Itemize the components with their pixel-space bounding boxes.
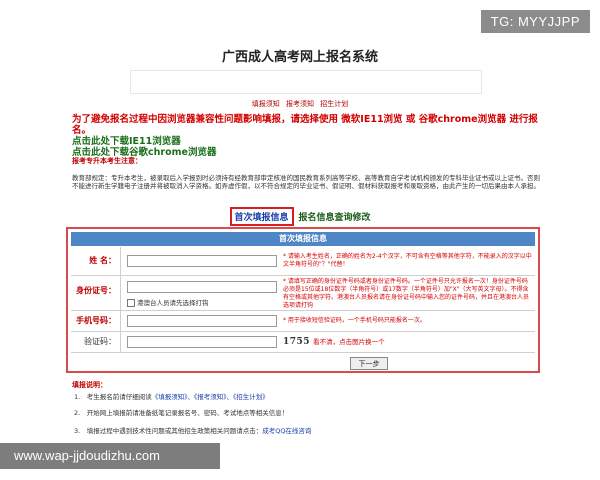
tab-first-fill[interactable]: 首次填报信息	[229, 207, 294, 226]
help-item-1: 1. 考生报名前请仔细阅读《填报须知》、《报考须知》、《招生计划》	[74, 391, 269, 401]
captcha-label: 验证码：	[71, 332, 121, 352]
watermark-bottom: www.wap-jjdoudizhu.com	[0, 443, 220, 469]
name-hint: * 请输入考生姓名，正确的姓名为2-4个汉字，不可含有空格等其他字符，不能录入的…	[283, 253, 532, 268]
qq-consult-link[interactable]: 成考QQ在线咨询	[262, 427, 311, 435]
help-item-3: 3. 填报过程中遇到技术性问题或其他招生政策相关问题请点击：成考QQ在线咨询	[74, 425, 311, 435]
top-nav: 填报须知 报考须知 招生计划	[0, 99, 600, 109]
phone-input[interactable]	[127, 315, 277, 327]
nav-fill-notice[interactable]: 填报须知	[252, 100, 280, 108]
rules-body: 教育部规定：专升本考生，被录取后入学报到时必须持有经教育部审定核准的国民教育系列…	[72, 174, 540, 190]
page-title: 广西成人高考网上报名系统	[221, 50, 378, 65]
phone-hint: * 用于接收短信验证码，一个手机号码只能报名一次。	[283, 317, 426, 324]
captcha-refresh-hint[interactable]: 看不清，点击图片换一个	[313, 338, 385, 346]
checkbox-square-icon	[127, 299, 135, 307]
captcha-image[interactable]: 1755	[283, 337, 310, 347]
tab-query-modify[interactable]: 报名信息查询修改	[298, 213, 370, 223]
captcha-area[interactable]: 1755 看不清，点击图片换一个	[283, 336, 385, 347]
id-row: 身份证号： 港澳台人员请先选择打钩 * 请填写正确的身份证件号码或者身份证件号码…	[71, 276, 535, 311]
name-input[interactable]	[127, 255, 277, 267]
help-title: 填报说明：	[72, 381, 107, 389]
banner-placeholder	[130, 70, 482, 94]
hk-mo-tw-checkbox[interactable]: 港澳台人员请先选择打钩	[127, 297, 209, 307]
hk-mo-tw-checkbox-label: 港澳台人员请先选择打钩	[137, 299, 209, 307]
browser-notice: 为了避免报名过程中因浏览器兼容性问题影响填报，请选择使用 微软IE11浏览 或 …	[72, 114, 552, 158]
id-label: 身份证号：	[71, 276, 121, 310]
help-item-2: 2. 开始网上填报前请准备纸笔记录报名号、密码、考试地点等相关信息！	[74, 409, 289, 417]
rules-title: 报考专升本考生注意：	[72, 157, 142, 165]
id-hint: * 请填写正确的身份证件号码或者身份证件号码。一个证件号只允许报名一次！身份证件…	[283, 278, 530, 309]
name-label: 姓 名：	[71, 247, 121, 275]
id-number-input[interactable]	[127, 281, 277, 293]
download-ie-link[interactable]: 点击此处下载IE11浏览器	[72, 136, 552, 147]
form-header: 首次填报信息	[71, 232, 535, 246]
help-item-1-text: 1. 考生报名前请仔细阅读	[74, 393, 152, 401]
captcha-row: 验证码： 1755 看不清，点击图片换一个	[71, 332, 535, 353]
help-item-3-text: 3. 填报过程中遇到技术性问题或其他招生政策相关问题请点击：	[74, 427, 263, 435]
help-item-1-links[interactable]: 《填报须知》、《报考须知》、《招生计划》	[152, 393, 269, 401]
nav-exam-notice[interactable]: 报考须知	[286, 100, 314, 108]
nav-enroll-plan[interactable]: 招生计划	[320, 100, 348, 108]
browser-notice-text: 为了避免报名过程中因浏览器兼容性问题影响填报，请选择使用 微软IE11浏览 或 …	[72, 114, 538, 136]
next-step-button[interactable]: 下一步	[350, 357, 388, 370]
captcha-input[interactable]	[127, 336, 277, 348]
name-row: 姓 名： * 请输入考生姓名，正确的姓名为2-4个汉字，不可含有空格等其他字符，…	[71, 247, 535, 276]
phone-label: 手机号码：	[71, 311, 121, 331]
tab-bar: 首次填报信息 报名信息查询修改	[0, 207, 600, 226]
registration-form: 首次填报信息 姓 名： * 请输入考生姓名，正确的姓名为2-4个汉字，不可含有空…	[66, 227, 540, 373]
phone-row: 手机号码： * 用于接收短信验证码，一个手机号码只能报名一次。	[71, 311, 535, 332]
watermark-top: TG: MYYJJPP	[480, 10, 590, 33]
download-chrome-link[interactable]: 点击此处下载谷歌chrome浏览器	[72, 147, 552, 158]
